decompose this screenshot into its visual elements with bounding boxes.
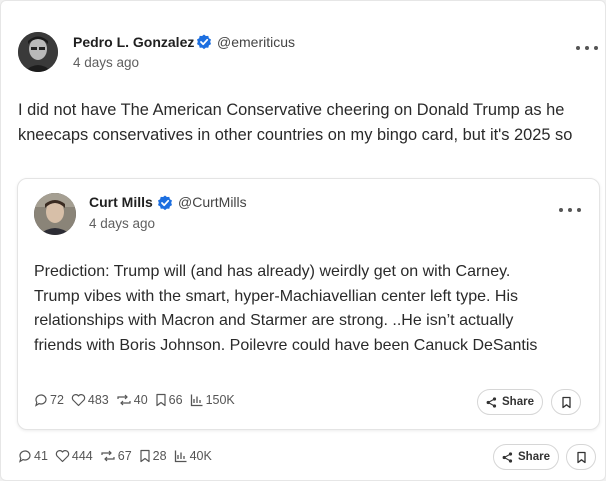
like-button[interactable]: 444 [55, 449, 93, 463]
views-button[interactable]: 150K [190, 393, 235, 407]
verified-badge-icon [197, 34, 211, 50]
author-handle[interactable]: @emeriticus [217, 34, 295, 50]
quoted-text-line: Prediction: Trump will (and has already)… [34, 263, 511, 280]
bookmark-button[interactable]: 28 [139, 449, 167, 463]
bookmark-button[interactable]: 66 [155, 393, 183, 407]
views-button[interactable]: 40K [174, 449, 212, 463]
views-count: 40K [189, 449, 212, 463]
bookmark-icon [576, 451, 586, 463]
engagement-bar: 41 444 67 28 40K [18, 449, 219, 463]
repost-button[interactable]: 67 [100, 449, 132, 463]
author-name[interactable]: Pedro L. Gonzalez [73, 34, 194, 50]
share-icon [486, 396, 497, 408]
repost-button[interactable]: 40 [116, 393, 148, 407]
reply-count: 41 [34, 449, 48, 463]
save-button[interactable] [551, 389, 581, 415]
bookmark-icon [156, 393, 166, 407]
repost-count: 67 [117, 449, 132, 463]
like-button[interactable]: 483 [71, 393, 109, 407]
post-text: I did not have The American Conservative… [18, 98, 572, 148]
quoted-text-line: friends with Boris Johnson. Poilevre cou… [34, 336, 538, 354]
quoted-author-name[interactable]: Curt Mills [89, 194, 153, 210]
views-count: 150K [205, 393, 235, 407]
bookmark-icon [140, 449, 150, 463]
reply-count: 72 [50, 393, 64, 407]
share-icon [502, 451, 513, 463]
like-count: 444 [71, 449, 93, 463]
reply-button[interactable]: 72 [34, 393, 64, 407]
bookmark-icon [561, 396, 571, 408]
more-icon[interactable] [576, 42, 598, 54]
like-icon [55, 450, 70, 463]
repost-icon [101, 450, 115, 462]
bookmark-count: 28 [152, 449, 167, 463]
quoted-post[interactable]: Curt Mills @CurtMills 4 days ago Predict… [17, 178, 600, 430]
quoted-post-time[interactable]: 4 days ago [89, 216, 155, 231]
reply-button[interactable]: 41 [18, 449, 48, 463]
avatar[interactable] [18, 32, 58, 72]
quoted-text-line: Trump vibes with the smart, hyper-Machia… [34, 287, 519, 305]
views-icon [174, 450, 187, 463]
bookmark-count: 66 [168, 393, 183, 407]
like-count: 483 [87, 393, 109, 407]
reply-icon [35, 394, 47, 407]
like-icon [71, 394, 86, 407]
repost-count: 40 [133, 393, 148, 407]
share-label: Share [502, 396, 534, 408]
quoted-engagement-bar: 72 483 40 66 150K [34, 393, 242, 407]
verified-badge-icon [158, 195, 172, 211]
repost-icon [117, 394, 131, 406]
views-icon [190, 394, 203, 407]
reply-icon [19, 450, 31, 463]
post-card: Pedro L. Gonzalez @emeriticus 4 days ago… [0, 0, 606, 481]
share-button[interactable]: Share [477, 389, 543, 415]
save-button[interactable] [566, 444, 596, 470]
more-icon[interactable] [559, 204, 581, 216]
post-text-line: I did not have The American Conservative… [18, 101, 565, 119]
avatar[interactable] [34, 193, 76, 235]
quoted-author-handle[interactable]: @CurtMills [178, 194, 247, 210]
quoted-text-line: relationships with Macron and Starmer ar… [34, 312, 514, 329]
post-text-line: kneecaps conservatives in other countrie… [18, 126, 573, 144]
share-label: Share [518, 451, 550, 463]
post-time[interactable]: 4 days ago [73, 55, 139, 70]
share-button[interactable]: Share [493, 444, 559, 470]
quoted-post-text: Prediction: Trump will (and has already)… [34, 260, 537, 358]
